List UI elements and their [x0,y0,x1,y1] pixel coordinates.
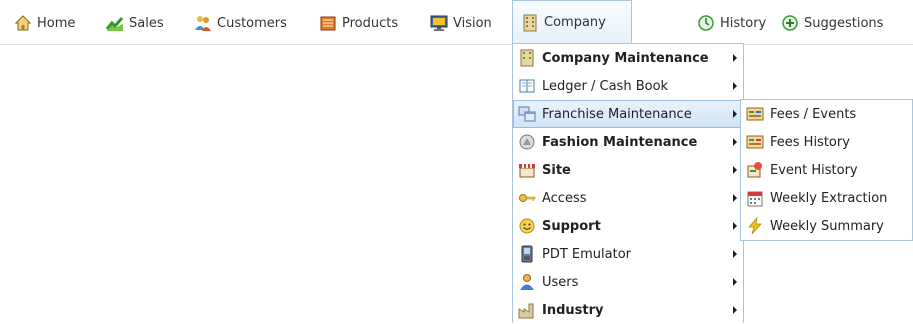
nav-history[interactable]: History [697,9,766,37]
nav-customers[interactable]: Customers [194,9,287,37]
fees-events-icon [746,105,764,123]
menu-item-label: Company Maintenance [542,50,709,66]
monitor-icon [430,14,448,32]
submenu-arrow-icon [733,278,737,286]
menu-item-label: Event History [770,162,858,178]
event-history-icon [746,161,764,179]
nav-sales-label: Sales [129,15,164,31]
factory-icon [518,301,536,319]
submenu-arrow-icon [733,54,737,62]
menu-item-label: Site [542,162,571,178]
submenu-item-weekly-summary[interactable]: Weekly Summary [741,212,912,240]
menu-item-company-maintenance[interactable]: Company Maintenance [513,44,743,72]
menu-item-ledger-cash-book[interactable]: Ledger / Cash Book [513,72,743,100]
menu-item-label: Weekly Summary [770,218,884,234]
menu-item-label: PDT Emulator [542,246,632,262]
handheld-device-icon [518,245,536,263]
submenu-arrow-icon [733,138,737,146]
submenu-arrow-icon [733,166,737,174]
user-icon [518,273,536,291]
company-menu: Company Maintenance Ledger / Cash Book F… [512,43,744,323]
menu-item-label: Fashion Maintenance [542,134,698,150]
menu-item-label: Franchise Maintenance [542,106,692,122]
menu-item-label: Support [542,218,601,234]
nav-customers-label: Customers [217,15,287,31]
sales-chart-icon [106,14,124,32]
nav-home[interactable]: Home [14,9,75,37]
company-building-icon [521,14,539,32]
menu-item-users[interactable]: Users [513,268,743,296]
nav-company[interactable]: Company [512,0,632,44]
menu-item-support[interactable]: Support [513,212,743,240]
suggestions-add-icon [781,14,799,32]
submenu-item-fees-history[interactable]: Fees History [741,128,912,156]
products-icon [319,14,337,32]
top-nav-bar: Home Sales Customers Products Vision Com… [0,0,913,45]
nav-history-label: History [720,15,767,31]
fashion-icon [518,133,536,151]
menu-item-access[interactable]: Access [513,184,743,212]
submenu-item-event-history[interactable]: Event History [741,156,912,184]
support-smiley-icon [518,217,536,235]
menu-item-franchise-maintenance[interactable]: Franchise Maintenance [513,100,743,128]
menu-item-pdt-emulator[interactable]: PDT Emulator [513,240,743,268]
submenu-item-weekly-extraction[interactable]: Weekly Extraction [741,184,912,212]
nav-products[interactable]: Products [319,9,398,37]
fees-history-icon [746,133,764,151]
building-icon [518,49,536,67]
key-icon [518,189,536,207]
nav-company-label: Company [544,15,606,30]
ledger-book-icon [518,77,536,95]
submenu-arrow-icon [733,110,737,118]
nav-suggestions-label: Suggestions [804,15,884,31]
menu-item-site[interactable]: Site [513,156,743,184]
history-clock-icon [697,14,715,32]
nav-products-label: Products [342,15,399,31]
nav-vision[interactable]: Vision [430,9,492,37]
nav-home-label: Home [37,15,76,31]
menu-item-industry[interactable]: Industry [513,296,743,324]
customers-icon [194,14,212,32]
menu-item-label: Industry [542,302,604,318]
menu-item-label: Weekly Extraction [770,190,888,206]
menu-item-label: Users [542,274,579,290]
calendar-icon [746,189,764,207]
nav-sales[interactable]: Sales [106,9,164,37]
submenu-arrow-icon [733,222,737,230]
submenu-item-fees-events[interactable]: Fees / Events [741,100,912,128]
nav-vision-label: Vision [453,15,492,31]
submenu-arrow-icon [733,82,737,90]
menu-item-label: Fees / Events [770,106,857,122]
submenu-arrow-icon [733,306,737,314]
submenu-arrow-icon [733,250,737,258]
home-icon [14,14,32,32]
lightning-icon [746,217,764,235]
shop-awning-icon [518,161,536,179]
franchise-submenu: Fees / Events Fees History Event History… [740,99,913,241]
submenu-arrow-icon [733,194,737,202]
menu-item-label: Ledger / Cash Book [542,78,669,94]
nav-suggestions[interactable]: Suggestions [781,9,883,37]
menu-item-label: Fees History [770,134,850,150]
franchise-windows-icon [518,105,536,123]
menu-item-label: Access [542,190,587,206]
menu-item-fashion-maintenance[interactable]: Fashion Maintenance [513,128,743,156]
